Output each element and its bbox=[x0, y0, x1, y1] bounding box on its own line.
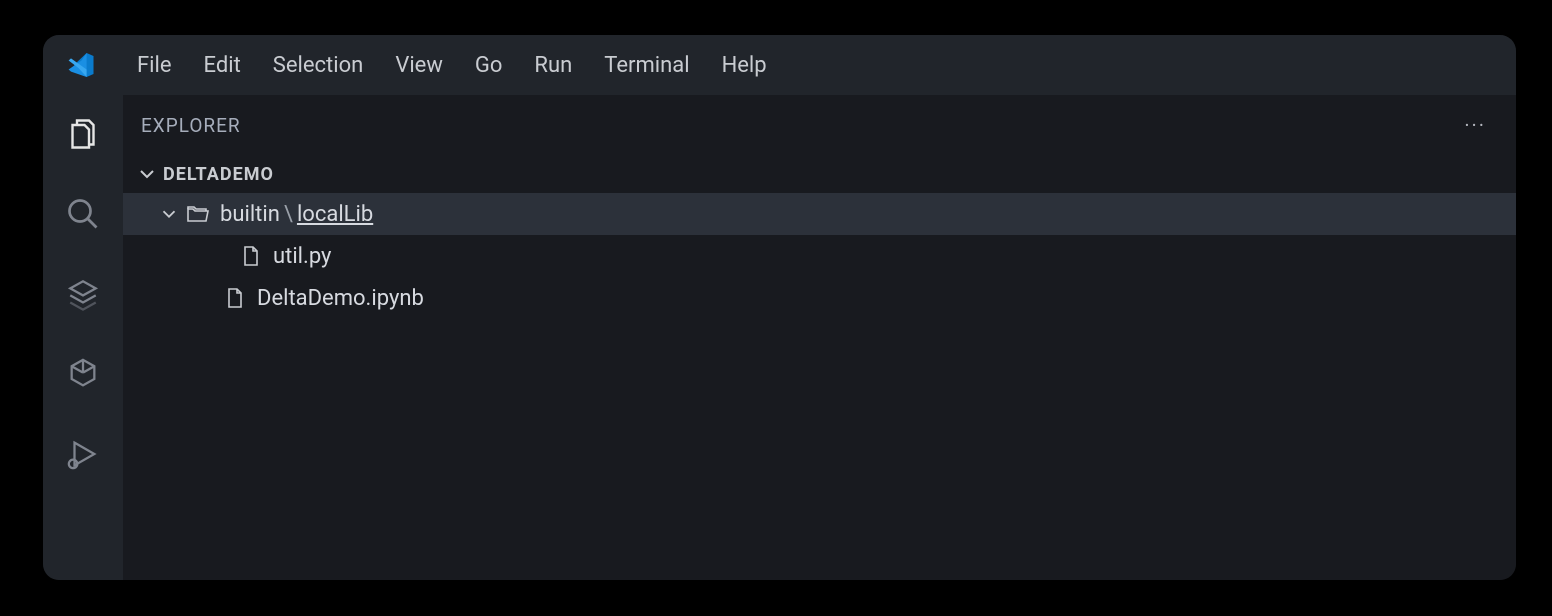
titlebar: File Edit Selection View Go Run Terminal… bbox=[43, 35, 1516, 95]
sidebar-header: EXPLORER ··· bbox=[123, 95, 1516, 155]
file-label: util.py bbox=[273, 244, 331, 269]
vscode-logo-icon bbox=[65, 50, 95, 80]
source-control-icon[interactable] bbox=[64, 275, 102, 313]
vscode-window: File Edit Selection View Go Run Terminal… bbox=[43, 35, 1516, 580]
menu-file[interactable]: File bbox=[137, 49, 172, 82]
sidebar-title: EXPLORER bbox=[141, 114, 241, 137]
tree-file-deltademo[interactable]: DeltaDemo.ipynb bbox=[123, 277, 1516, 319]
file-icon bbox=[223, 286, 247, 310]
path-separator: \ bbox=[284, 202, 293, 227]
file-label: DeltaDemo.ipynb bbox=[257, 286, 424, 311]
chevron-down-icon bbox=[135, 162, 159, 186]
menu-selection[interactable]: Selection bbox=[273, 49, 364, 82]
tree-file-util[interactable]: util.py bbox=[123, 235, 1516, 277]
extensions-icon[interactable] bbox=[64, 355, 102, 393]
activity-bar bbox=[43, 95, 123, 580]
run-debug-icon[interactable] bbox=[64, 435, 102, 473]
search-icon[interactable] bbox=[64, 195, 102, 233]
workspace-name: DELTADEMO bbox=[163, 164, 274, 185]
folder-name: localLib bbox=[297, 202, 373, 227]
file-icon bbox=[239, 244, 263, 268]
menu-terminal[interactable]: Terminal bbox=[604, 49, 689, 82]
menu-view[interactable]: View bbox=[395, 49, 443, 82]
chevron-down-icon bbox=[158, 203, 180, 225]
menu-edit[interactable]: Edit bbox=[204, 49, 241, 82]
explorer-sidebar: EXPLORER ··· DELTADEMO bbox=[123, 95, 1516, 580]
folder-prefix: builtin bbox=[220, 202, 280, 227]
more-actions-icon[interactable]: ··· bbox=[1464, 113, 1486, 137]
tree-section-header[interactable]: DELTADEMO bbox=[123, 155, 1516, 193]
explorer-icon[interactable] bbox=[64, 115, 102, 153]
tree-folder-locallib[interactable]: builtin\localLib bbox=[123, 193, 1516, 235]
body-area: EXPLORER ··· DELTADEMO bbox=[43, 95, 1516, 580]
menu-go[interactable]: Go bbox=[475, 49, 503, 82]
folder-label: builtin\localLib bbox=[220, 202, 373, 227]
folder-open-icon bbox=[186, 202, 210, 226]
menu-run[interactable]: Run bbox=[534, 49, 572, 82]
menu-help[interactable]: Help bbox=[722, 49, 767, 82]
